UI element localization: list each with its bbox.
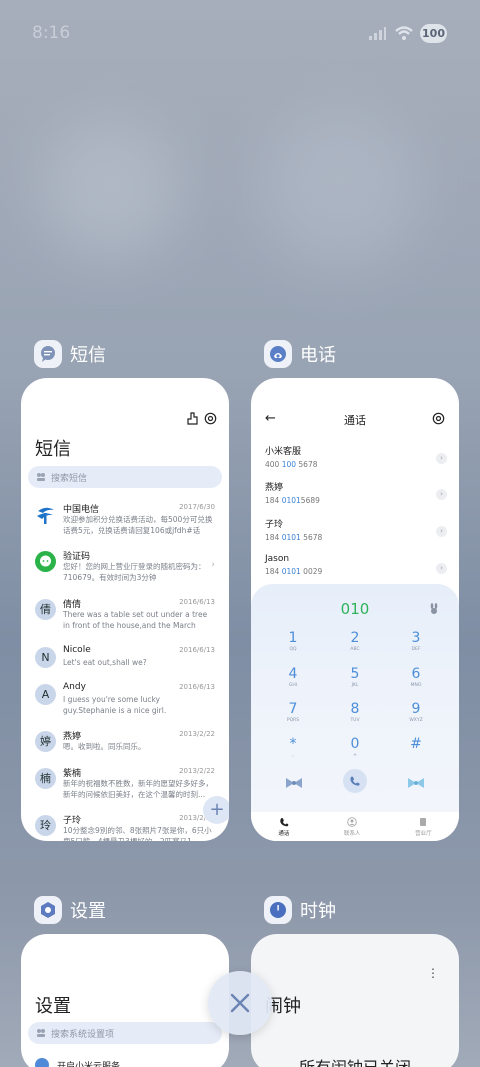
dial-key-7[interactable]: 7 PQRS <box>273 701 313 723</box>
search-input[interactable]: 搜索系统设置项 <box>28 1022 222 1044</box>
list-item[interactable]: 玲 子玲 2013/2/22 10分整念9別的邻、8张照片7张是你，6只小鹿5只… <box>21 813 229 841</box>
page-title: 短信 <box>35 439 71 460</box>
dial-key-hash[interactable]: # <box>396 736 436 753</box>
close-icon <box>230 993 250 1013</box>
phone-app-card[interactable]: ← 通话 小米客服 400 100 5678 › 燕婷 184 01015689… <box>251 378 459 841</box>
app-name: 设置 <box>70 901 106 922</box>
detail-icon[interactable]: › <box>436 489 447 500</box>
dial-key-3[interactable]: 3 DEF <box>396 630 436 652</box>
search-icon <box>37 1029 45 1037</box>
sms-app-icon <box>34 340 62 368</box>
detail-icon[interactable]: › <box>436 526 447 537</box>
settings-app-card[interactable]: 设置 搜索系统设置项 开启小米云服务 <box>21 934 229 1067</box>
call-log-item[interactable]: Jason 184 0101 0029 › <box>265 554 447 584</box>
page-title: 设置 <box>35 996 71 1017</box>
avatar: A <box>35 684 56 705</box>
clean-icon[interactable] <box>186 412 198 425</box>
dial-key-6[interactable]: 6 MNO <box>396 666 436 688</box>
app-header-sms[interactable]: 短信 <box>34 340 106 368</box>
bow-icon[interactable] <box>407 777 425 789</box>
list-item[interactable]: 验证码 您好！您的网上营业厅登录的随机密码为：710679。有效时间为3分钟 › <box>21 549 229 597</box>
status-bar: 8:16 100 <box>0 0 480 64</box>
message-app-icon <box>35 551 56 572</box>
phone-icon <box>350 776 360 786</box>
search-input[interactable]: 搜索短信 <box>28 466 222 488</box>
avatar: N <box>35 647 56 668</box>
cloud-icon <box>35 1058 49 1067</box>
call-log-item[interactable]: 燕婷 184 01015689 › <box>265 480 447 510</box>
settings-item[interactable]: 开启小米云服务 <box>35 1058 120 1067</box>
dialed-number: 010 <box>340 600 370 618</box>
gear-icon[interactable] <box>432 412 445 425</box>
search-icon <box>37 473 45 481</box>
dial-key-5[interactable]: 5 JKL <box>335 666 375 688</box>
compose-button[interactable]: + <box>203 796 229 824</box>
bow-icon[interactable] <box>285 777 303 789</box>
wifi-icon <box>395 26 413 40</box>
search-placeholder: 搜索短信 <box>51 473 88 484</box>
list-item[interactable]: A Andy 2016/6/13 I guess you're some luc… <box>21 682 229 730</box>
dialpad[interactable]: 010 1 QQ 2 ABC 3 DEF 4 GHI 5 JKL 6 MNO 7 PQRS 8… <box>251 584 459 841</box>
battery-indicator: 100 <box>420 24 447 43</box>
detail-icon[interactable]: › <box>436 563 447 574</box>
empty-state-text: 所有闹钟已关闭 <box>251 1054 459 1067</box>
app-header-clock[interactable]: 时钟 <box>264 896 336 924</box>
chevron-right-icon: › <box>211 560 215 570</box>
app-header-settings[interactable]: 设置 <box>34 896 106 924</box>
tab-contacts[interactable]: 联系人 <box>344 816 360 837</box>
phone-app-icon <box>264 340 292 368</box>
status-time: 8:16 <box>32 23 71 43</box>
clock-app-card[interactable]: ⋮ 闹钟 所有闹钟已关闭 <box>251 934 459 1067</box>
signal-icon <box>369 27 386 40</box>
sms-app-card[interactable]: 短信 搜索短信 中国电信 2017/6/30 欢迎参加积分兑换话费活动，每500… <box>21 378 229 841</box>
sms-toolbar <box>186 412 217 425</box>
avatar: 倩 <box>35 599 56 620</box>
call-button[interactable] <box>343 769 367 793</box>
detail-icon[interactable]: › <box>436 453 447 464</box>
app-name: 时钟 <box>300 901 336 922</box>
app-header-phone[interactable]: 电话 <box>264 340 336 368</box>
dial-key-1[interactable]: 1 QQ <box>273 630 313 652</box>
call-log-item[interactable]: 子玲 184 0101 5678 › <box>265 517 447 547</box>
clear-all-button[interactable] <box>208 971 272 1035</box>
phone-icon <box>280 817 289 826</box>
tab-calls[interactable]: 通话 <box>278 817 289 837</box>
avatar: 楠 <box>35 768 56 789</box>
dial-key-2[interactable]: 2 ABC <box>335 630 375 652</box>
call-log-item[interactable]: 小米客服 400 100 5678 › <box>265 444 447 474</box>
tab-business-hall[interactable]: 营业厅 <box>415 817 432 837</box>
avatar: 玲 <box>35 815 56 836</box>
business-hall-icon <box>420 817 427 826</box>
dial-key-9[interactable]: 9 WXYZ <box>396 701 436 723</box>
app-name: 短信 <box>70 345 106 366</box>
settings-app-icon <box>34 896 62 924</box>
gear-icon[interactable] <box>204 412 217 425</box>
more-icon[interactable]: ⋮ <box>427 966 439 980</box>
dial-key-0[interactable]: 0 + <box>335 736 375 758</box>
bunny-icon <box>429 603 439 617</box>
bottom-nav: 通话 联系人 营业厅 <box>251 812 459 841</box>
page-title: 通话 <box>344 414 366 427</box>
list-item[interactable]: 楠 紫楠 2013/2/22 新年的祝福数不胜数，新年的愿望好多好多，新年的问候… <box>21 766 229 814</box>
dial-key-star[interactable]: *, <box>273 736 313 758</box>
background-blur <box>40 120 180 260</box>
list-item[interactable]: 中国电信 2017/6/30 欢迎参加积分兑换话费活动，每500分可兑换话费5元… <box>21 502 229 550</box>
dial-key-4[interactable]: 4 GHI <box>273 666 313 688</box>
dial-key-8[interactable]: 8 TUV <box>335 701 375 723</box>
app-name: 电话 <box>300 345 336 366</box>
contacts-icon <box>347 816 357 827</box>
avatar: 婷 <box>35 731 56 752</box>
background-blur <box>260 110 420 270</box>
list-item[interactable]: 倩 倩倩 2016/6/13 There was a table set out… <box>21 597 229 645</box>
china-telecom-logo <box>37 507 54 524</box>
clock-app-icon <box>264 896 292 924</box>
